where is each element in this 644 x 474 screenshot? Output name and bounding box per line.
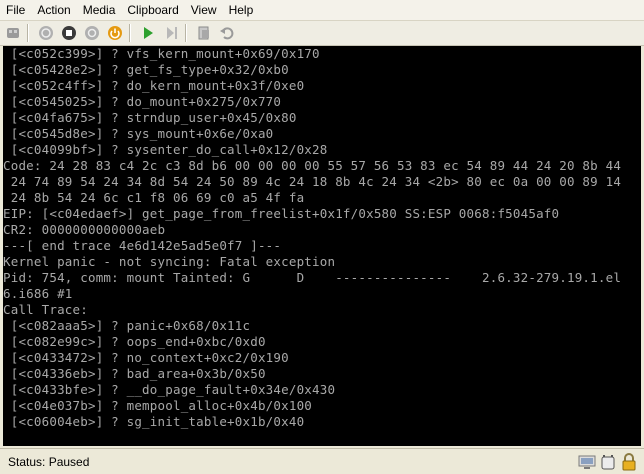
play-icon[interactable] <box>138 23 158 43</box>
turn-off-icon[interactable] <box>59 23 79 43</box>
toolbar-separator <box>129 24 131 42</box>
console-line: [<c04e037b>] ? mempool_alloc+0x4b/0x100 <box>3 398 313 413</box>
pause-icon[interactable] <box>161 23 181 43</box>
console-line: [<c082aaa5>] ? panic+0x68/0x11c <box>3 318 251 333</box>
console-line: Kernel panic - not syncing: Fatal except… <box>3 254 336 269</box>
console-line: [<c04fa675>] ? strndup_user+0x45/0x80 <box>3 110 297 125</box>
console-line: 24 74 89 54 24 34 8d 54 24 50 89 4c 24 1… <box>3 174 622 189</box>
menu-action[interactable]: Action <box>31 0 76 20</box>
console-line: Code: 24 28 83 c4 2c c3 8d b6 00 00 00 0… <box>3 158 622 173</box>
console-line: Pid: 754, comm: mount Tainted: G D -----… <box>3 270 622 285</box>
console-line: [<c06004eb>] ? sg_init_table+0x1b/0x40 <box>3 414 305 429</box>
status-bar: Status: Paused <box>0 448 644 474</box>
console-line: 6.i686 #1 <box>3 286 73 301</box>
toolbar-separator <box>185 24 187 42</box>
console-line: EIP: [<c04edaef>] get_page_from_freelist… <box>3 206 560 221</box>
console-line: [<c052c4ff>] ? do_kern_mount+0x3f/0xe0 <box>3 78 305 93</box>
start-icon[interactable] <box>36 23 56 43</box>
console-line: [<c0433bfe>] ? __do_page_fault+0x34e/0x4… <box>3 382 336 397</box>
console-line: [<c05428e2>] ? get_fs_type+0x32/0xb0 <box>3 62 289 77</box>
console-line: [<c0545025>] ? do_mount+0x275/0x770 <box>3 94 282 109</box>
snapshot-icon[interactable] <box>194 23 214 43</box>
console-output: [<c052c399>] ? vfs_kern_mount+0x69/0x170… <box>3 46 641 430</box>
power-icon[interactable] <box>105 23 125 43</box>
console-line: [<c04336eb>] ? bad_area+0x3b/0x50 <box>3 366 266 381</box>
menu-media[interactable]: Media <box>77 0 122 20</box>
revert-icon[interactable] <box>217 23 237 43</box>
display-icon[interactable] <box>578 453 596 471</box>
console-line: [<c082e99c>] ? oops_end+0xbc/0xd0 <box>3 334 266 349</box>
menu-bar: File Action Media Clipboard View Help <box>0 0 644 21</box>
ctrl-alt-del-icon[interactable] <box>3 23 23 43</box>
menu-clipboard[interactable]: Clipboard <box>121 0 184 20</box>
toolbar <box>0 21 644 46</box>
console-line: [<c04099bf>] ? sysenter_do_call+0x12/0x2… <box>3 142 328 157</box>
console-line: ---[ end trace 4e6d142e5ad5e0f7 ]--- <box>3 238 282 253</box>
lock-icon[interactable] <box>620 452 638 471</box>
menu-help[interactable]: Help <box>223 0 260 20</box>
status-icons <box>575 452 644 471</box>
console-line: 24 8b 54 24 6c c1 f8 06 69 c0 a5 4f fa <box>3 190 305 205</box>
vm-console-screen[interactable]: [<c052c399>] ? vfs_kern_mount+0x69/0x170… <box>3 46 641 446</box>
status-text: Status: Paused <box>8 454 90 469</box>
shutdown-icon[interactable] <box>82 23 102 43</box>
menu-view[interactable]: View <box>185 0 223 20</box>
console-line: Call Trace: <box>3 302 88 317</box>
keyboard-icon[interactable] <box>599 453 617 471</box>
menu-file[interactable]: File <box>0 0 31 20</box>
console-line: CR2: 0000000000000aeb <box>3 222 166 237</box>
console-line: [<c0433472>] ? no_context+0xc2/0x190 <box>3 350 289 365</box>
console-line: [<c0545d8e>] ? sys_mount+0x6e/0xa0 <box>3 126 274 141</box>
console-line: [<c052c399>] ? vfs_kern_mount+0x69/0x170 <box>3 46 320 61</box>
toolbar-separator <box>27 24 29 42</box>
